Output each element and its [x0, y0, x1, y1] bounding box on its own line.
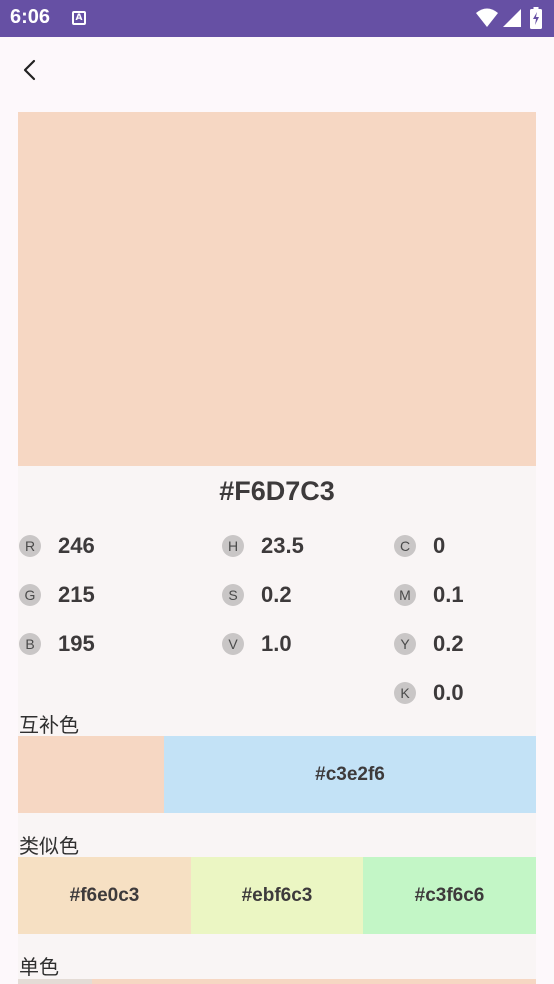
- monochrome-label: 单色: [19, 955, 59, 979]
- channel-badge: V: [222, 633, 244, 655]
- channel-value: 0.1: [433, 582, 464, 607]
- channel-value: 0.2: [433, 631, 464, 656]
- status-time: 6:06: [10, 6, 51, 28]
- channel-badge: C: [394, 535, 416, 557]
- analogous-swatch[interactable]: #ebf6c3: [191, 857, 363, 934]
- channel-badge: Y: [394, 633, 416, 655]
- channel-value: 0.0: [433, 680, 464, 705]
- analogous-swatch[interactable]: #c3f6c6: [363, 857, 536, 934]
- color-preview: [18, 112, 536, 466]
- monochrome-swatch[interactable]: [92, 979, 536, 984]
- complementary-swatch[interactable]: #c3e2f6: [164, 736, 536, 813]
- analogous-row: #f6e0c3 #ebf6c3 #c3f6c6: [18, 857, 536, 934]
- status-bar: 6:06 A: [0, 0, 554, 37]
- channel-badge: H: [222, 535, 244, 557]
- wifi-icon: [476, 8, 498, 27]
- channel-g: G 215: [19, 582, 95, 608]
- channel-value: 215: [58, 582, 95, 607]
- analogous-label: 类似色: [19, 834, 79, 858]
- analogous-swatch[interactable]: #f6e0c3: [18, 857, 191, 934]
- signal-icon: [503, 9, 521, 27]
- channel-badge: G: [19, 584, 41, 606]
- monochrome-swatch[interactable]: [18, 979, 92, 984]
- complementary-base-swatch[interactable]: [18, 736, 164, 813]
- channel-b: B 195: [19, 631, 95, 657]
- channel-v: V 1.0: [222, 631, 292, 657]
- channel-c: C 0: [394, 533, 445, 559]
- channel-value: 0.2: [261, 582, 292, 607]
- channel-badge: R: [19, 535, 41, 557]
- channel-value: 23.5: [261, 533, 304, 558]
- channel-y: Y 0.2: [394, 631, 464, 657]
- channel-r: R 246: [19, 533, 95, 559]
- channel-m: M 0.1: [394, 582, 464, 608]
- channel-s: S 0.2: [222, 582, 292, 608]
- channel-badge: S: [222, 584, 244, 606]
- channel-badge: K: [394, 682, 416, 704]
- complementary-label: 互补色: [19, 713, 79, 737]
- channel-h: H 23.5: [222, 533, 304, 559]
- channel-badge: B: [19, 633, 41, 655]
- chevron-left-icon: [23, 59, 36, 81]
- back-button[interactable]: [14, 54, 46, 86]
- battery-charging-icon: [530, 7, 542, 29]
- channel-k: K 0.0: [394, 680, 464, 706]
- monochrome-row: [18, 979, 536, 984]
- channel-value: 246: [58, 533, 95, 558]
- notification-a-icon: A: [72, 11, 86, 25]
- hex-value: #F6D7C3: [219, 476, 335, 506]
- channel-value: 0: [433, 533, 446, 558]
- channel-badge: M: [394, 584, 416, 606]
- channel-value: 1.0: [261, 631, 292, 656]
- complementary-row: #c3e2f6: [18, 736, 536, 813]
- channel-value: 195: [58, 631, 95, 656]
